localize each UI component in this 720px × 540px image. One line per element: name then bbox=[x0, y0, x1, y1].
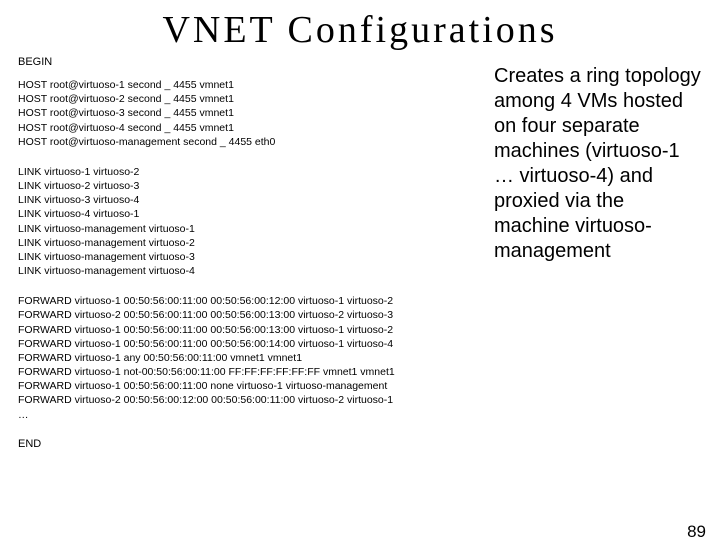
config-line: FORWARD virtuoso-1 00:50:56:00:11:00 non… bbox=[18, 379, 702, 393]
config-line: FORWARD virtuoso-1 00:50:56:00:11:00 00:… bbox=[18, 337, 702, 351]
forward-block: FORWARD virtuoso-1 00:50:56:00:11:00 00:… bbox=[18, 294, 702, 422]
page-number: 89 bbox=[687, 522, 706, 540]
config-line: LINK virtuoso-management virtuoso-4 bbox=[18, 264, 702, 278]
config-line: FORWARD virtuoso-2 00:50:56:00:12:00 00:… bbox=[18, 393, 702, 407]
config-line: FORWARD virtuoso-1 not-00:50:56:00:11:00… bbox=[18, 365, 702, 379]
config-line: FORWARD virtuoso-1 any 00:50:56:00:11:00… bbox=[18, 351, 702, 365]
slide-title: VNET Configurations bbox=[0, 8, 720, 52]
description-text: Creates a ring topology among 4 VMs host… bbox=[494, 64, 704, 264]
end-label: END bbox=[18, 438, 702, 450]
config-line: FORWARD virtuoso-1 00:50:56:00:11:00 00:… bbox=[18, 294, 702, 308]
config-line: FORWARD virtuoso-1 00:50:56:00:11:00 00:… bbox=[18, 323, 702, 337]
slide-content: BEGIN HOST root@virtuoso-1 second _ 4455… bbox=[0, 56, 720, 536]
config-line: … bbox=[18, 408, 702, 422]
config-line: FORWARD virtuoso-2 00:50:56:00:11:00 00:… bbox=[18, 308, 702, 322]
